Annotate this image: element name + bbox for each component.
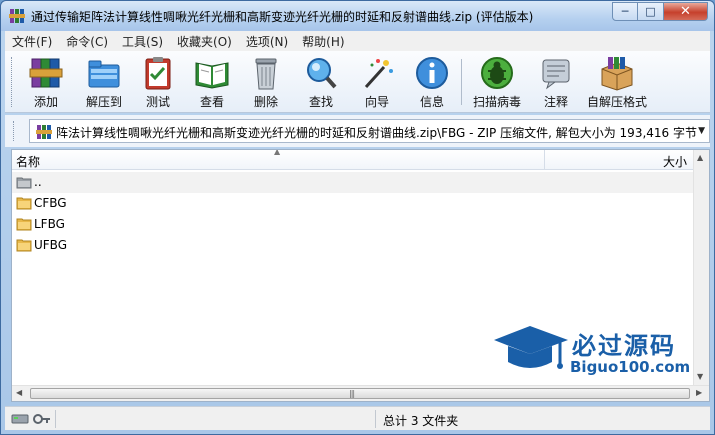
list-item-parent[interactable]: .. bbox=[12, 172, 695, 193]
wizard-label: 向导 bbox=[364, 95, 389, 109]
close-button[interactable]: ✕ bbox=[664, 2, 708, 21]
list-rows: .. CFBG LFBG UFBG bbox=[12, 172, 695, 256]
clipboard-check-icon bbox=[145, 57, 171, 90]
status-summary: 总计 3 文件夹 bbox=[383, 414, 459, 428]
parent-folder-icon bbox=[16, 177, 32, 189]
folder-icon bbox=[16, 197, 32, 210]
address-path: 阵法计算线性啁啾光纤光栅和高斯变迹光纤光栅的时延和反射谱曲线.zip\FBG -… bbox=[56, 126, 697, 140]
info-label: 信息 bbox=[419, 95, 444, 109]
title-bar[interactable]: 通过传输矩阵法计算线性啁啾光纤光栅和高斯变迹光纤光栅的时延和反射谱曲线.zip … bbox=[1, 1, 714, 31]
column-name-header[interactable]: 名称 bbox=[16, 153, 40, 170]
scroll-left-icon[interactable]: ◀ bbox=[16, 388, 22, 397]
status-divider bbox=[375, 410, 376, 428]
wizard-button[interactable]: 向导 bbox=[355, 55, 399, 111]
status-divider bbox=[55, 410, 56, 428]
comment-icon bbox=[542, 59, 570, 90]
drive-key-icon[interactable] bbox=[11, 412, 51, 426]
folder-icon bbox=[16, 218, 32, 231]
list-item-lfbg[interactable]: LFBG bbox=[12, 214, 544, 235]
list-item-label: UFBG bbox=[34, 238, 68, 252]
maximize-icon: □ bbox=[645, 5, 656, 18]
address-path-box[interactable]: 阵法计算线性啁啾光纤光栅和高斯变迹光纤光栅的时延和反射谱曲线.zip\FBG -… bbox=[29, 119, 710, 143]
info-button[interactable]: 信息 bbox=[411, 55, 453, 111]
watermark-site: Biguo100.com bbox=[570, 358, 691, 376]
folder-extract-icon bbox=[88, 60, 120, 88]
close-icon: ✕ bbox=[680, 4, 691, 19]
scroll-down-icon[interactable]: ▼ bbox=[697, 372, 703, 381]
sort-ascending-icon: ▲ bbox=[274, 149, 281, 156]
graduation-cap-icon bbox=[494, 326, 568, 369]
info-icon bbox=[416, 57, 448, 89]
minimize-button[interactable]: ─ bbox=[612, 2, 638, 21]
virus-scan-button[interactable]: 扫描病毒 bbox=[469, 55, 525, 111]
list-item-ufbg[interactable]: UFBG bbox=[12, 235, 544, 256]
comment-button[interactable]: 注释 bbox=[535, 55, 577, 111]
bug-scan-icon bbox=[481, 57, 513, 89]
archive-icon bbox=[36, 125, 52, 139]
address-bar: 阵法计算线性啁啾光纤光栅和高斯变迹光纤光栅的时延和反射谱曲线.zip\FBG -… bbox=[5, 115, 710, 147]
winrar-app-icon bbox=[9, 9, 25, 23]
sfx-label: 自解压格式 bbox=[586, 95, 647, 109]
menu-options[interactable]: 选项(N) bbox=[239, 33, 295, 50]
maximize-button[interactable]: □ bbox=[638, 2, 664, 21]
folder-icon bbox=[16, 239, 32, 252]
app-window: 通过传输矩阵法计算线性啁啾光纤光栅和高斯变迹光纤光栅的时延和反射谱曲线.zip … bbox=[0, 0, 715, 435]
column-size-header[interactable]: 大小 bbox=[663, 153, 687, 170]
menu-file[interactable]: 文件(F) bbox=[5, 33, 59, 50]
toolbar-separator bbox=[461, 59, 462, 105]
add-label: 添加 bbox=[33, 95, 58, 109]
wand-icon bbox=[364, 59, 393, 89]
horizontal-scrollbar[interactable]: ◀ ||| ▶ bbox=[12, 385, 709, 401]
toolbar: 添加 解压到 测试 查看 删除 查找 向导 信息 扫描病毒 注释 自解压格式 bbox=[5, 51, 710, 113]
dropdown-arrow-icon[interactable]: ▼ bbox=[698, 126, 705, 136]
watermark-title: 必过源码 bbox=[572, 331, 676, 360]
menu-bar: 文件(F) 命令(C) 工具(S) 收藏夹(O) 选项(N) 帮助(H) bbox=[5, 31, 710, 51]
books-add-icon bbox=[29, 58, 63, 88]
delete-label: 删除 bbox=[253, 95, 278, 109]
menu-tools[interactable]: 工具(S) bbox=[115, 33, 170, 50]
add-button[interactable]: 添加 bbox=[23, 55, 69, 111]
scroll-right-icon[interactable]: ▶ bbox=[696, 388, 702, 397]
column-divider[interactable] bbox=[544, 150, 545, 170]
status-bar: 总计 3 文件夹 bbox=[5, 406, 710, 430]
test-button[interactable]: 测试 bbox=[137, 55, 179, 111]
magnifier-icon bbox=[307, 58, 337, 89]
list-item-cfbg[interactable]: CFBG bbox=[12, 193, 544, 214]
extract-to-label: 解压到 bbox=[85, 95, 122, 109]
scroll-grip-icon: ||| bbox=[349, 389, 355, 398]
horizontal-scroll-thumb[interactable]: ||| bbox=[30, 388, 690, 399]
view-button[interactable]: 查看 bbox=[189, 55, 235, 111]
book-view-icon bbox=[195, 62, 229, 89]
list-item-label: LFBG bbox=[34, 217, 65, 231]
window-title: 通过传输矩阵法计算线性啁啾光纤光栅和高斯变迹光纤光栅的时延和反射谱曲线.zip … bbox=[31, 10, 534, 24]
scroll-up-icon[interactable]: ▲ bbox=[697, 153, 703, 162]
file-list: ▲ 名称 大小 .. CFBG LFBG UFBG 必过源码 Biguo100.… bbox=[11, 149, 710, 402]
delete-button[interactable]: 删除 bbox=[245, 55, 287, 111]
menu-commands[interactable]: 命令(C) bbox=[59, 33, 115, 50]
window-controls: ─ □ ✕ bbox=[612, 2, 708, 22]
test-label: 测试 bbox=[145, 95, 170, 109]
find-label: 查找 bbox=[308, 95, 333, 109]
list-item-label: CFBG bbox=[34, 196, 67, 210]
extract-to-button[interactable]: 解压到 bbox=[79, 55, 129, 111]
find-button[interactable]: 查找 bbox=[299, 55, 343, 111]
sfx-button[interactable]: 自解压格式 bbox=[585, 55, 649, 111]
list-item-label: .. bbox=[34, 175, 42, 189]
list-header: ▲ 名称 大小 bbox=[12, 150, 695, 170]
address-grip[interactable] bbox=[13, 121, 16, 141]
menu-help[interactable]: 帮助(H) bbox=[295, 33, 351, 50]
toolbar-grip[interactable] bbox=[11, 57, 14, 107]
view-label: 查看 bbox=[199, 95, 224, 109]
minimize-icon: ─ bbox=[621, 5, 629, 18]
trash-icon bbox=[255, 58, 277, 90]
menu-favorites[interactable]: 收藏夹(O) bbox=[170, 33, 239, 50]
virus-scan-label: 扫描病毒 bbox=[472, 95, 521, 109]
vertical-scrollbar[interactable]: ▲ ▼ bbox=[693, 150, 709, 386]
comment-label: 注释 bbox=[543, 95, 568, 109]
sfx-box-icon bbox=[601, 57, 633, 91]
watermark-logo: 必过源码 Biguo100.com bbox=[490, 318, 690, 388]
